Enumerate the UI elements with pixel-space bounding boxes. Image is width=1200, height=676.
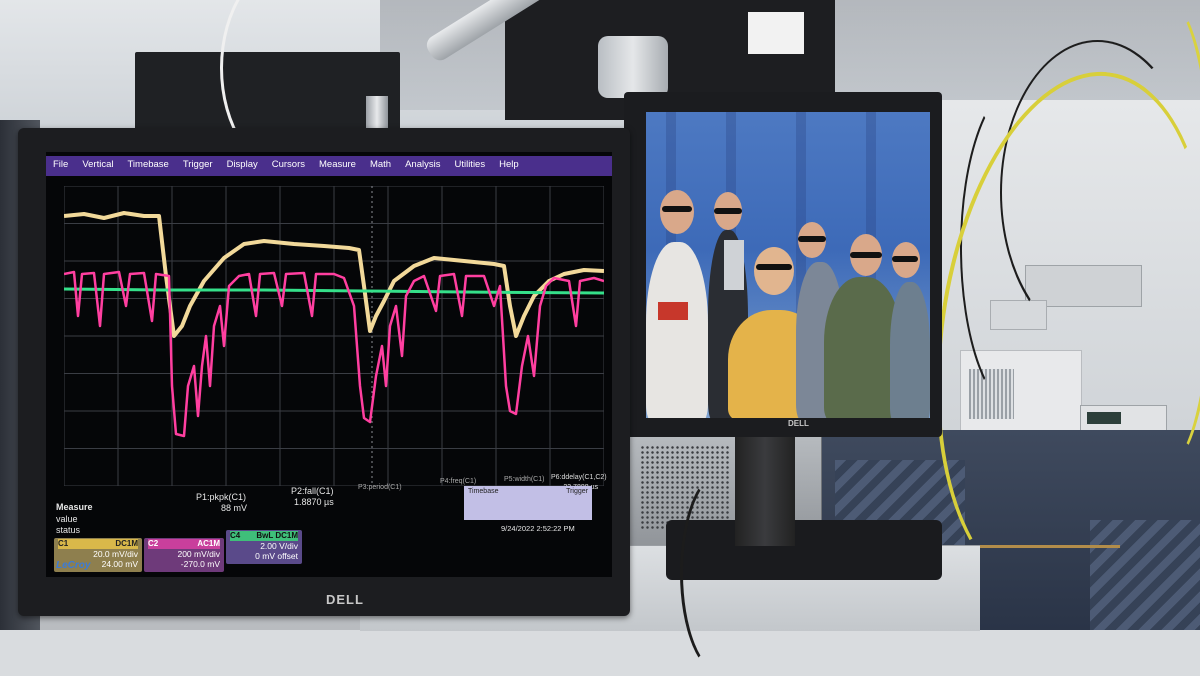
channel-c2-box[interactable]: C2 AC1M 200 mV/div -270.0 mV [144, 538, 224, 572]
measure-p1-label[interactable]: P1:pkpk(C1) [196, 492, 246, 502]
channel-c2-tag: AC1M [197, 539, 220, 548]
measure-p6-label[interactable]: P6:ddelay(C1,C2) [551, 474, 607, 481]
sunglasses [714, 208, 742, 214]
channel-c4-scale: 2.00 V/div [260, 541, 298, 551]
menu-vertical[interactable]: Vertical [75, 156, 120, 176]
channel-c2-name: C2 [148, 539, 159, 548]
measure-p4-label[interactable]: P4:freq(C1) [440, 478, 476, 485]
grid-lines [64, 186, 604, 486]
person-head [754, 247, 794, 295]
menu-utilities[interactable]: Utilities [447, 156, 492, 176]
menu-display[interactable]: Display [220, 156, 265, 176]
person-body [890, 282, 930, 418]
channel-c1-name: C1 [58, 539, 69, 548]
video-frame-group-photo [646, 112, 930, 418]
shirt-logo [658, 302, 688, 320]
person-body [646, 242, 708, 418]
oscilloscope-screen: File Vertical Timebase Trigger Display C… [46, 152, 612, 577]
measure-p1-value: 88 mV [221, 503, 248, 513]
channel-c4-name: C4 [230, 531, 241, 540]
sunglasses [756, 264, 792, 270]
menu-cursors[interactable]: Cursors [265, 156, 312, 176]
monitor-arm-joint [598, 36, 668, 98]
scope-graticule: C1 C4 C2 [64, 186, 604, 486]
measure-row-status: status [56, 525, 81, 535]
channel-c4-offset: 0 mV offset [255, 551, 298, 561]
sunglasses [892, 256, 918, 262]
measure-p3-label[interactable]: P3:period(C1) [358, 484, 402, 491]
scope-menu-bar: File Vertical Timebase Trigger Display C… [46, 156, 612, 176]
menu-trigger[interactable]: Trigger [176, 156, 220, 176]
trigger-label: Trigger [566, 488, 588, 495]
dell-logo: DELL [326, 592, 364, 607]
menu-analysis[interactable]: Analysis [398, 156, 447, 176]
person-head [660, 190, 694, 234]
channel-c4-tag: BwL DC1M [256, 531, 298, 540]
menu-measure[interactable]: Measure [312, 156, 363, 176]
menu-math[interactable]: Math [363, 156, 398, 176]
menu-help[interactable]: Help [492, 156, 526, 176]
channel-c2-offset: -270.0 mV [180, 559, 220, 569]
measure-p5-label[interactable]: P5:width(C1) [504, 476, 544, 483]
held-paper [724, 240, 744, 290]
dell-logo: DELL [788, 419, 809, 428]
measure-panel: Measure value status P1:pkpk(C1) 88 mV P… [46, 474, 612, 577]
sunglasses [662, 206, 692, 212]
rear-monitor-sticker [748, 12, 804, 54]
black-cable [680, 470, 766, 676]
lecroy-logo: LeCroy [56, 560, 91, 571]
scope-datetime: 9/24/2022 2:52:22 PM [501, 524, 575, 533]
measure-p2-value: 1.8870 µs [294, 497, 334, 507]
channel-c1-tag: DC1M [115, 539, 138, 548]
measure-title: Measure [56, 502, 93, 512]
measure-row-value: value [56, 514, 78, 524]
timebase-label: Timebase [468, 488, 499, 495]
sunglasses [798, 236, 826, 242]
channel-c4-box[interactable]: C4 BwL DC1M 2.00 V/div 0 mV offset [226, 530, 302, 564]
measure-p2-label[interactable]: P2:fall(C1) [291, 486, 334, 496]
menu-timebase[interactable]: Timebase [120, 156, 175, 176]
channel-c2-scale: 200 mV/div [177, 549, 220, 559]
menu-file[interactable]: File [46, 156, 75, 176]
sunglasses [850, 252, 882, 258]
timebase-trigger-box[interactable]: Timebase Trigger [464, 486, 592, 520]
channel-c1-scale: 20.0 mV/div [93, 549, 138, 559]
